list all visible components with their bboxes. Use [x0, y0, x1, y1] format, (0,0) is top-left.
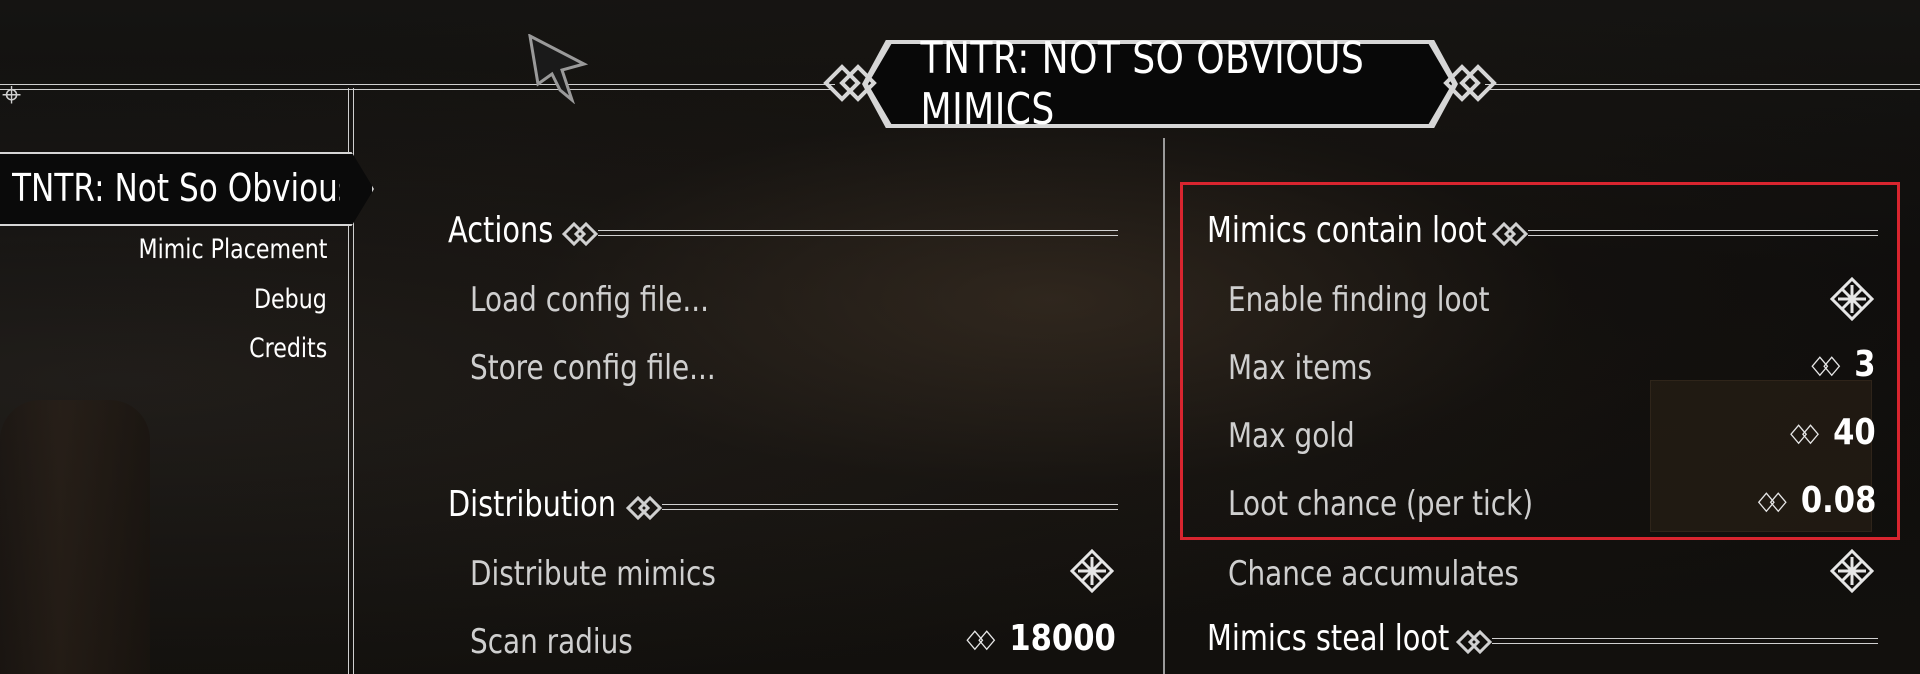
section-rule — [1492, 638, 1878, 644]
slider-value-scan-radius[interactable]: ◇◇ 18000 — [967, 618, 1116, 659]
toggle-checked-icon[interactable] — [1830, 549, 1874, 593]
option-store-config[interactable]: Store config file... — [470, 348, 716, 388]
section-rule — [662, 504, 1118, 510]
banner-knot-right-icon — [1443, 64, 1497, 102]
highlight-box — [1180, 182, 1900, 540]
page-title: TNTR: NOT SO OBVIOUS MIMICS — [920, 33, 1365, 135]
option-scan-radius[interactable]: Scan radius — [470, 622, 633, 662]
corner-knot-icon: ⌖ — [2, 75, 22, 115]
slider-arrows-icon: ◇◇ — [966, 624, 996, 654]
mouse-cursor-icon — [528, 34, 588, 104]
background-barrel — [0, 400, 150, 674]
section-title: Mimics steal loot — [1207, 618, 1450, 659]
section-rule — [598, 230, 1118, 236]
nav-item-debug[interactable]: Debug — [254, 284, 327, 315]
frame-top-line-right — [1485, 84, 1920, 90]
nav-item-mimic-placement[interactable]: Mimic Placement — [138, 234, 327, 265]
option-chance-accumulates[interactable]: Chance accumulates — [1228, 554, 1519, 594]
nav-item-credits[interactable]: Credits — [249, 333, 327, 364]
section-title: Actions — [448, 210, 554, 251]
banner-knot-left-icon — [823, 64, 877, 102]
frame-column-divider — [1163, 138, 1165, 674]
nav-item-tntr-not-so-obvious-mimics[interactable]: TNTR: Not So Obvious Mimics — [12, 160, 340, 216]
option-distribute-mimics[interactable]: Distribute mimics — [470, 554, 716, 594]
slider-value-text: 18000 — [1009, 618, 1116, 659]
option-load-config[interactable]: Load config file... — [470, 280, 709, 320]
toggle-checked-icon[interactable] — [1070, 549, 1114, 593]
section-title: Distribution — [448, 484, 617, 525]
frame-top-line-left — [0, 84, 835, 90]
